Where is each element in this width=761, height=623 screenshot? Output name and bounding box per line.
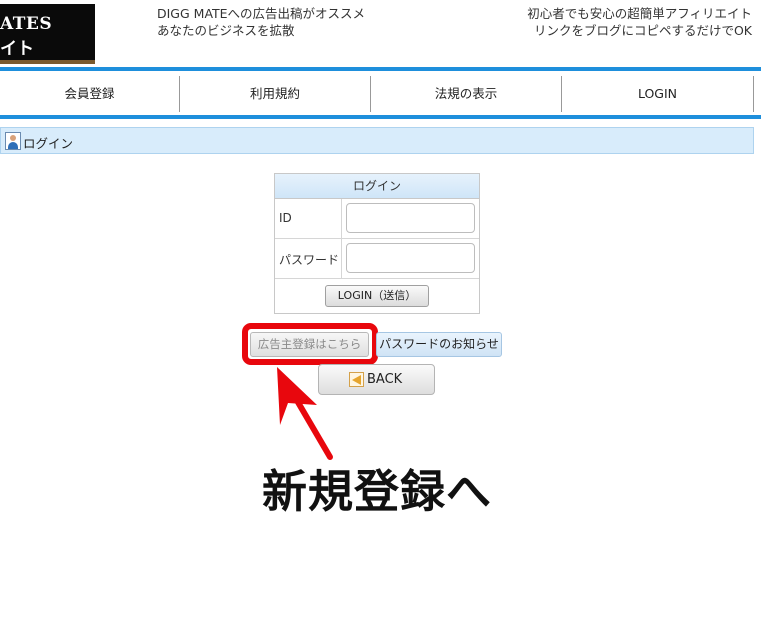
header-promo-left: DIGG MATEへの広告出稿がオススメ あなたのビジネスを拡散 — [157, 5, 365, 39]
main-nav: 会員登録 利用規約 法規の表示 LOGIN — [0, 71, 761, 115]
back-button-label: BACK — [367, 372, 403, 387]
highlight-frame — [242, 323, 378, 365]
section-title: ログイン — [23, 136, 74, 151]
header-promo-right: 初心者でも安心の超簡単アフィリエイト リンクをブログにコピペするだけでOK — [527, 5, 752, 39]
login-submit-button[interactable]: LOGIN（送信） — [325, 285, 429, 307]
nav-divider — [753, 76, 754, 112]
form-row-divider — [275, 238, 479, 239]
header-promo-left-line1: DIGG MATEへの広告出稿がオススメ — [157, 6, 366, 21]
nav-item-terms[interactable]: 利用規約 — [180, 76, 370, 112]
nav-bottom-rule — [0, 115, 761, 119]
nav-item-member-register[interactable]: 会員登録 — [0, 76, 179, 112]
annotation-text: 新規登録へ — [262, 465, 493, 518]
back-arrow-icon — [349, 372, 364, 387]
login-form-header: ログイン — [275, 174, 479, 199]
nav-item-login[interactable]: LOGIN — [562, 76, 753, 112]
header-promo-right-line2: リンクをブログにコピペするだけでOK — [533, 23, 752, 38]
back-button[interactable]: BACK — [318, 364, 435, 395]
logo-text-line1: ATES — [0, 14, 53, 34]
nav-item-legal-notice[interactable]: 法規の表示 — [371, 76, 561, 112]
password-notice-button[interactable]: パスワードのお知らせ — [376, 332, 502, 357]
id-label: ID — [279, 211, 292, 225]
logo-text-line2: イト — [0, 39, 34, 59]
form-row-divider — [275, 278, 479, 279]
id-input[interactable] — [346, 203, 475, 233]
header-promo-left-line2: あなたのビジネスを拡散 — [157, 23, 295, 38]
header-promo-right-line1: 初心者でも安心の超簡単アフィリエイト — [527, 6, 752, 21]
site-logo[interactable]: ATES イト — [0, 4, 95, 64]
password-label: パスワード — [279, 253, 340, 267]
person-icon — [5, 132, 21, 150]
form-column-divider — [341, 199, 342, 279]
login-form: ログイン ID パスワード LOGIN（送信） — [274, 173, 480, 314]
section-title-bar: ログイン — [0, 127, 754, 154]
password-input[interactable] — [346, 243, 475, 273]
